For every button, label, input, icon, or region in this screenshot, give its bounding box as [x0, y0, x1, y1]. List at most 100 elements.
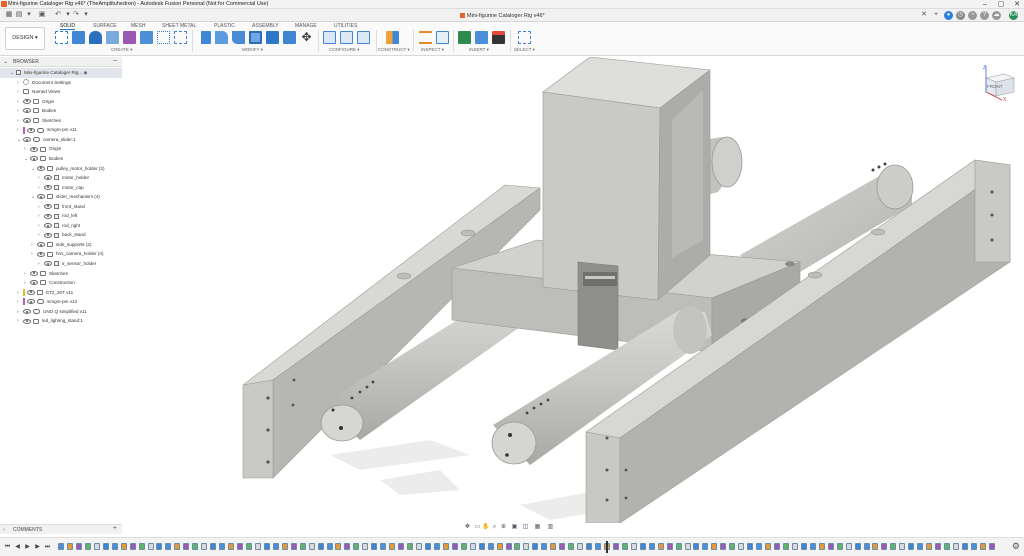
visibility-eye-icon[interactable]	[23, 118, 31, 124]
visibility-eye-icon[interactable]	[30, 280, 38, 286]
timeline-feature[interactable]	[917, 543, 924, 550]
timeline-feature[interactable]	[263, 543, 270, 550]
insert-canvas-icon[interactable]	[475, 31, 488, 44]
fillet-icon[interactable]	[215, 31, 228, 44]
expand-arrow-icon[interactable]: ›	[3, 527, 5, 533]
document-tab[interactable]: Mini-figurine Cataloger Rig v46*	[460, 11, 545, 21]
measure-icon[interactable]	[419, 31, 432, 44]
display-settings-icon[interactable]: ▣	[511, 524, 518, 531]
timeline-feature[interactable]	[970, 543, 977, 550]
timeline-feature[interactable]	[487, 543, 494, 550]
configure-column-icon[interactable]	[357, 31, 370, 44]
timeline-prev-button[interactable]: ◀	[14, 543, 21, 551]
timeline-feature[interactable]	[836, 543, 843, 550]
timeline-feature[interactable]	[380, 543, 387, 550]
timeline-feature[interactable]	[738, 543, 745, 550]
timeline-feature[interactable]	[961, 543, 968, 550]
fit-icon[interactable]: ⊕	[500, 524, 507, 531]
timeline-feature[interactable]	[890, 543, 897, 550]
configure-row-icon[interactable]	[340, 31, 353, 44]
timeline-next-button[interactable]: ▶	[34, 543, 41, 551]
browser-node[interactable]: › Document Settings	[0, 78, 122, 88]
timeline-feature[interactable]	[693, 543, 700, 550]
browser-node[interactable]: ⌄ Mini-figurine Cataloger Rig... ◉	[0, 68, 122, 78]
tab-assembly[interactable]: ASSEMBLY	[252, 23, 279, 29]
viewcube[interactable]: FRONT Z X	[980, 64, 1018, 102]
browser-node[interactable]: › Bodies	[0, 106, 122, 116]
timeline-feature[interactable]	[353, 543, 360, 550]
timeline-feature[interactable]	[702, 543, 709, 550]
browser-node[interactable]: ⌄ Bodies	[0, 154, 122, 164]
timeline-feature[interactable]	[201, 543, 208, 550]
tab-solid[interactable]: SOLID	[60, 23, 76, 30]
timeline-feature[interactable]	[210, 543, 217, 550]
offset-plane-icon[interactable]	[386, 31, 399, 44]
timeline-feature[interactable]	[505, 543, 512, 550]
timeline-feature[interactable]	[245, 543, 252, 550]
timeline-feature[interactable]	[863, 543, 870, 550]
timeline-feature[interactable]	[612, 543, 619, 550]
visibility-eye-icon[interactable]	[30, 156, 38, 162]
tab-surface[interactable]: SURFACE	[93, 23, 117, 29]
visibility-eye-icon[interactable]	[30, 146, 38, 152]
timeline-feature[interactable]	[129, 543, 136, 550]
browser-node[interactable]: › Origin	[0, 144, 122, 154]
configure-table-icon[interactable]	[323, 31, 336, 44]
timeline-feature[interactable]	[66, 543, 73, 550]
timeline-feature[interactable]	[666, 543, 673, 550]
new-tab-button[interactable]: +	[932, 11, 940, 19]
visibility-eye-icon[interactable]	[44, 223, 52, 229]
timeline-feature[interactable]	[765, 543, 772, 550]
timeline-feature[interactable]	[219, 543, 226, 550]
timeline-feature[interactable]	[523, 543, 530, 550]
timeline-feature[interactable]	[416, 543, 422, 550]
timeline-feature[interactable]	[872, 543, 879, 550]
help-icon[interactable]: ?	[980, 11, 989, 20]
visibility-eye-icon[interactable]	[37, 251, 45, 257]
timeline-feature[interactable]	[935, 543, 942, 550]
visibility-eye-icon[interactable]	[37, 165, 45, 171]
browser-node[interactable]: › UNO Q simplified v11	[0, 307, 122, 317]
save-icon[interactable]: ▾	[25, 11, 33, 19]
browser-node[interactable]: › mmgm-pm v11	[0, 125, 122, 135]
timeline-feature[interactable]	[881, 543, 888, 550]
timeline-feature[interactable]	[317, 543, 324, 550]
inspect-group-label[interactable]: INSPECT ▾	[421, 47, 444, 53]
timeline-feature[interactable]	[586, 543, 593, 550]
browser-node[interactable]: › Construction	[0, 278, 122, 288]
visibility-eye-icon[interactable]	[44, 213, 52, 219]
browser-node[interactable]: › Sketches	[0, 269, 122, 279]
timeline-feature[interactable]	[469, 543, 476, 550]
redo-icon[interactable]: ↷	[72, 11, 80, 19]
combine-icon[interactable]	[266, 31, 279, 44]
timeline-feature[interactable]	[84, 543, 91, 550]
timeline-feature[interactable]	[281, 543, 288, 550]
select-group-label[interactable]: SELECT ▾	[514, 47, 535, 53]
visibility-eye-icon[interactable]	[44, 203, 52, 209]
timeline-feature[interactable]	[371, 543, 378, 550]
timeline-feature[interactable]	[496, 543, 503, 550]
tab-manage[interactable]: MANAGE	[295, 23, 317, 29]
job-status-icon[interactable]: ◷	[956, 11, 965, 20]
timeline-feature[interactable]	[774, 543, 780, 550]
create-group-label[interactable]: CREATE ▾	[111, 47, 132, 53]
hole-icon[interactable]	[106, 31, 119, 44]
timeline-feature[interactable]	[272, 543, 279, 550]
timeline-feature[interactable]	[845, 543, 852, 550]
tab-plastic[interactable]: PLASTIC	[214, 23, 235, 29]
browser-node[interactable]: › Named Views	[0, 87, 122, 97]
timeline-feature[interactable]	[532, 543, 539, 550]
workspace-switcher-button[interactable]: DESIGN ▾	[5, 27, 45, 50]
timeline-settings-icon[interactable]: ⚙	[1012, 541, 1020, 552]
timeline-feature[interactable]	[979, 543, 986, 550]
tab-utilities[interactable]: UTILITIES	[334, 23, 357, 29]
cloud-icon[interactable]: ☁	[992, 11, 1001, 20]
visibility-eye-icon[interactable]	[37, 194, 45, 200]
visibility-eye-icon[interactable]	[37, 242, 45, 248]
timeline-feature[interactable]	[791, 543, 798, 550]
timeline-feature[interactable]	[335, 543, 342, 550]
move-icon[interactable]: ✥	[300, 31, 313, 44]
timeline-feature[interactable]	[550, 543, 557, 550]
file-menu-icon[interactable]: ▤	[15, 11, 23, 19]
browser-node[interactable]: › front_stand	[0, 202, 122, 212]
